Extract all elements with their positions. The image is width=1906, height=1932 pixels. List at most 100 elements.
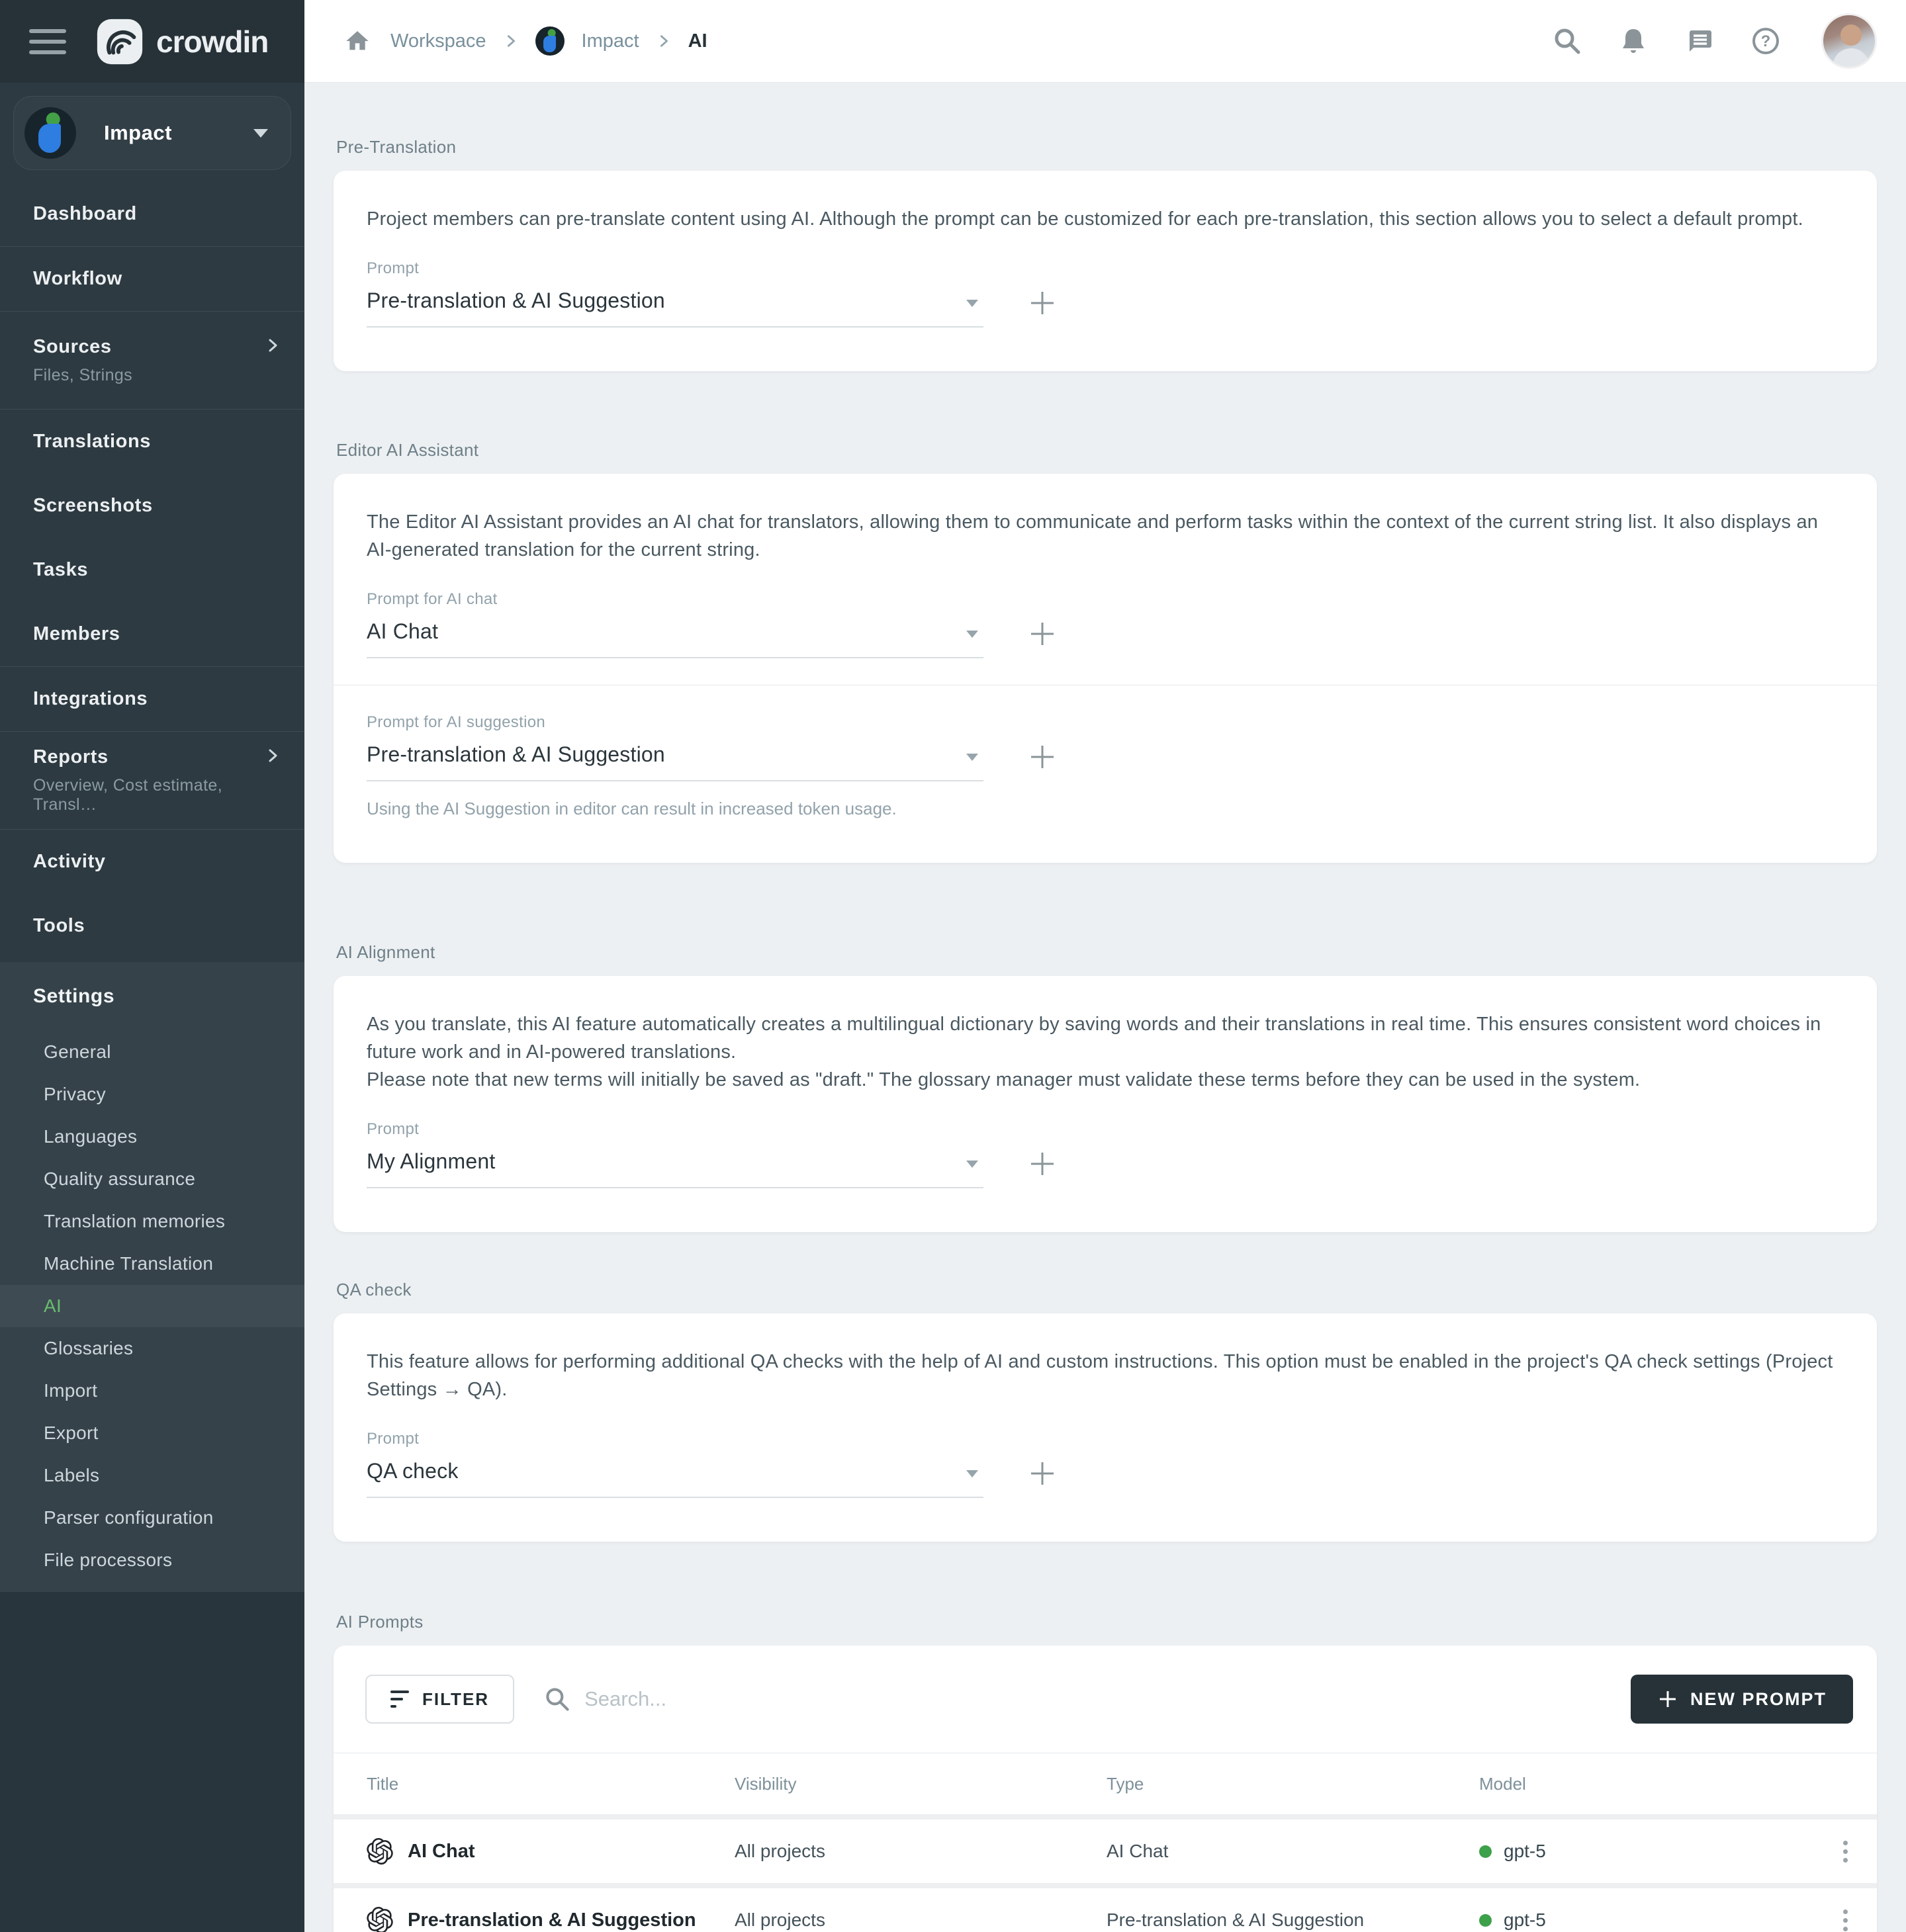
messages-icon[interactable] <box>1684 25 1715 57</box>
chevron-right-icon <box>504 34 518 48</box>
qa-check-description: This feature allows for performing addit… <box>367 1348 1844 1403</box>
sidebar-item-general[interactable]: General <box>0 1031 304 1073</box>
table-header: Title Visibility Type Model <box>334 1753 1877 1814</box>
sidebar-item-machine-translation[interactable]: Machine Translation <box>0 1243 304 1285</box>
sidebar-header: crowdin <box>0 0 304 83</box>
sidebar-item-file-processors[interactable]: File processors <box>0 1539 304 1581</box>
token-usage-note: Using the AI Suggestion in editor can re… <box>367 799 1844 819</box>
sidebar-item-activity[interactable]: Activity <box>0 830 304 894</box>
filter-button[interactable]: FILTER <box>365 1675 514 1724</box>
filter-icon <box>390 1690 409 1708</box>
caret-down-icon <box>966 1161 978 1168</box>
column-title: Title <box>367 1774 735 1794</box>
sidebar-item-tasks[interactable]: Tasks <box>0 538 304 602</box>
help-icon[interactable]: ? <box>1750 25 1782 57</box>
breadcrumb-workspace[interactable]: Workspace <box>390 30 486 52</box>
ai-chat-prompt-select[interactable]: AI Chat <box>367 609 983 658</box>
table-row[interactable]: Pre-translation & AI Suggestion All proj… <box>334 1888 1877 1932</box>
alignment-prompt-select[interactable]: My Alignment <box>367 1139 983 1188</box>
prompt-model: gpt-5 <box>1504 1910 1546 1931</box>
add-prompt-icon[interactable] <box>1027 288 1058 318</box>
notifications-bell-icon[interactable] <box>1617 25 1649 57</box>
sidebar-item-glossaries[interactable]: Glossaries <box>0 1327 304 1370</box>
sidebar-item-integrations[interactable]: Integrations <box>0 667 304 731</box>
caret-down-icon <box>966 1470 978 1477</box>
openai-icon <box>367 1838 393 1865</box>
sidebar-item-sources-subtitle: Files, Strings <box>33 366 281 385</box>
prompt-visibility: All projects <box>735 1910 1107 1931</box>
section-label: QA check <box>336 1280 1877 1300</box>
prompt-field-label: Prompt <box>367 259 1844 278</box>
table-row[interactable]: AI Chat All projects AI Chat gpt-5 <box>334 1820 1877 1883</box>
search-icon[interactable] <box>1551 25 1583 57</box>
breadcrumb-page: AI <box>688 30 707 52</box>
prompt-suggestion-field-label: Prompt for AI suggestion <box>367 713 1844 732</box>
sidebar-item-privacy[interactable]: Privacy <box>0 1073 304 1116</box>
sidebar-item-members[interactable]: Members <box>0 602 304 666</box>
section-pre-translation: Pre-Translation Project members can pre-… <box>334 137 1877 371</box>
row-menu-icon[interactable] <box>1837 1903 1854 1932</box>
sidebar-item-parser-configuration[interactable]: Parser configuration <box>0 1497 304 1539</box>
prompt-field-label: Prompt <box>367 1120 1844 1139</box>
crowdin-logo[interactable]: crowdin <box>94 16 268 67</box>
pre-translation-prompt-select[interactable]: Pre-translation & AI Suggestion <box>367 278 983 328</box>
project-avatar <box>24 107 76 159</box>
sidebar-item-workflow[interactable]: Workflow <box>0 247 304 311</box>
search-input[interactable] <box>584 1687 1237 1711</box>
home-icon[interactable] <box>341 25 373 57</box>
add-prompt-icon[interactable] <box>1027 619 1058 649</box>
sidebar-item-languages[interactable]: Languages <box>0 1116 304 1158</box>
add-prompt-icon[interactable] <box>1027 1149 1058 1179</box>
breadcrumb-project-avatar <box>535 26 565 56</box>
ai-suggestion-prompt-select[interactable]: Pre-translation & AI Suggestion <box>367 732 983 781</box>
sidebar-item-settings[interactable]: Settings <box>0 962 304 1031</box>
crowdin-wordmark: crowdin <box>156 24 268 60</box>
add-prompt-icon[interactable] <box>1027 742 1058 772</box>
section-label: Editor AI Assistant <box>336 440 1877 461</box>
sidebar: crowdin Impact Dashboard Workflow Source… <box>0 0 304 1932</box>
search-icon <box>543 1685 571 1713</box>
prompt-type: Pre-translation & AI Suggestion <box>1107 1910 1479 1931</box>
prompt-title: AI Chat <box>408 1841 475 1863</box>
editor-ai-description: The Editor AI Assistant provides an AI c… <box>367 508 1844 564</box>
ai-alignment-description-1: As you translate, this AI feature automa… <box>367 1010 1844 1066</box>
row-separator <box>334 1883 1877 1888</box>
project-name: Impact <box>104 121 172 145</box>
menu-icon[interactable] <box>29 29 66 54</box>
sidebar-item-import[interactable]: Import <box>0 1370 304 1412</box>
user-avatar[interactable] <box>1821 13 1877 69</box>
breadcrumb-project[interactable]: Impact <box>582 30 639 52</box>
section-qa-check: QA check This feature allows for perform… <box>334 1280 1877 1542</box>
prompt-model: gpt-5 <box>1504 1841 1546 1862</box>
model-status-dot <box>1479 1845 1492 1858</box>
sidebar-item-translations[interactable]: Translations <box>0 410 304 474</box>
openai-icon <box>367 1907 393 1932</box>
sidebar-item-quality-assurance[interactable]: Quality assurance <box>0 1158 304 1200</box>
topbar-actions: ? <box>1551 13 1877 69</box>
caret-down-icon <box>966 300 978 307</box>
sidebar-item-sources[interactable]: Sources Files, Strings <box>0 312 304 409</box>
sidebar-item-tools[interactable]: Tools <box>0 894 304 958</box>
section-ai-alignment: AI Alignment As you translate, this AI f… <box>334 942 1877 1232</box>
project-selector[interactable]: Impact <box>13 96 291 170</box>
add-prompt-icon[interactable] <box>1027 1458 1058 1489</box>
sidebar-item-screenshots[interactable]: Screenshots <box>0 474 304 538</box>
sidebar-item-translation-memories[interactable]: Translation memories <box>0 1200 304 1243</box>
row-menu-icon[interactable] <box>1837 1834 1854 1869</box>
sidebar-item-dashboard[interactable]: Dashboard <box>0 182 304 246</box>
new-prompt-button[interactable]: NEW PROMPT <box>1631 1675 1853 1724</box>
section-label: AI Prompts <box>336 1612 1877 1632</box>
prompt-chat-field-label: Prompt for AI chat <box>367 590 1844 609</box>
sidebar-item-reports[interactable]: Reports Overview, Cost estimate, Transl… <box>0 732 304 829</box>
sidebar-item-labels[interactable]: Labels <box>0 1454 304 1497</box>
sidebar-item-export[interactable]: Export <box>0 1412 304 1454</box>
qa-check-prompt-select[interactable]: QA check <box>367 1448 983 1498</box>
column-model: Model <box>1479 1774 1813 1794</box>
sidebar-settings-group: Settings General Privacy Languages Quali… <box>0 962 304 1592</box>
ai-alignment-description-2: Please note that new terms will initiall… <box>367 1066 1844 1094</box>
prompt-field-label: Prompt <box>367 1430 1844 1448</box>
sidebar-item-ai[interactable]: AI <box>0 1285 304 1327</box>
breadcrumb: Workspace Impact AI <box>341 25 707 57</box>
column-type: Type <box>1107 1774 1479 1794</box>
crowdin-mark-icon <box>94 16 146 67</box>
